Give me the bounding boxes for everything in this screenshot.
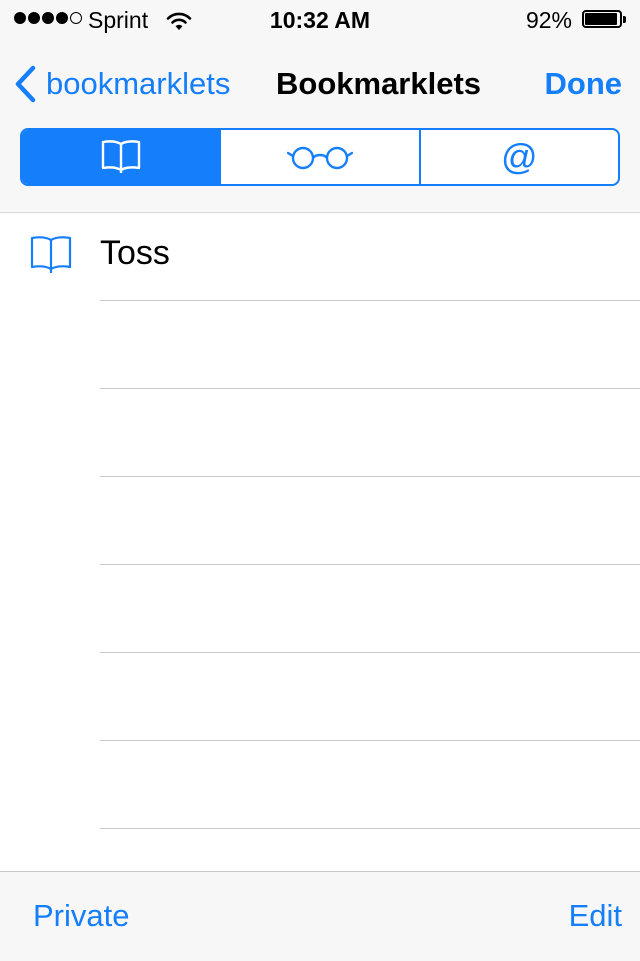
empty-row <box>0 741 640 829</box>
empty-row <box>0 653 640 741</box>
segment-shared-links[interactable]: @ <box>418 130 618 184</box>
back-button-label: bookmarklets <box>46 66 231 101</box>
book-icon <box>101 140 140 173</box>
book-icon <box>30 236 72 273</box>
at-sign-icon: @ <box>501 136 538 177</box>
reading-glasses-icon <box>286 146 353 170</box>
private-button[interactable]: Private <box>33 898 129 934</box>
chevron-left-icon <box>15 65 36 103</box>
header: Sprint 10:32 AM 92% bookmarklets Bookmar… <box>0 0 640 213</box>
segment-reading-list[interactable] <box>219 130 418 184</box>
bookmark-list: Toss <box>0 213 640 829</box>
edit-button[interactable]: Edit <box>569 898 622 934</box>
bookmark-source-segmented-control: @ <box>20 128 620 186</box>
battery-percentage: 92% <box>525 7 572 33</box>
empty-row <box>0 477 640 565</box>
empty-row <box>0 389 640 477</box>
bottom-toolbar: Private Edit <box>0 871 640 961</box>
battery-icon <box>582 10 628 30</box>
empty-row <box>0 301 640 389</box>
page-title: Bookmarklets <box>276 66 482 101</box>
segment-bookmarks[interactable] <box>22 130 220 184</box>
empty-row <box>0 565 640 653</box>
list-item-title: Toss <box>100 234 170 272</box>
status-bar: Sprint 10:32 AM 92% <box>0 0 640 40</box>
done-button[interactable]: Done <box>545 66 623 102</box>
list-item[interactable]: Toss <box>0 213 640 301</box>
back-button[interactable]: bookmarklets <box>14 62 230 106</box>
row-separator <box>100 828 640 829</box>
